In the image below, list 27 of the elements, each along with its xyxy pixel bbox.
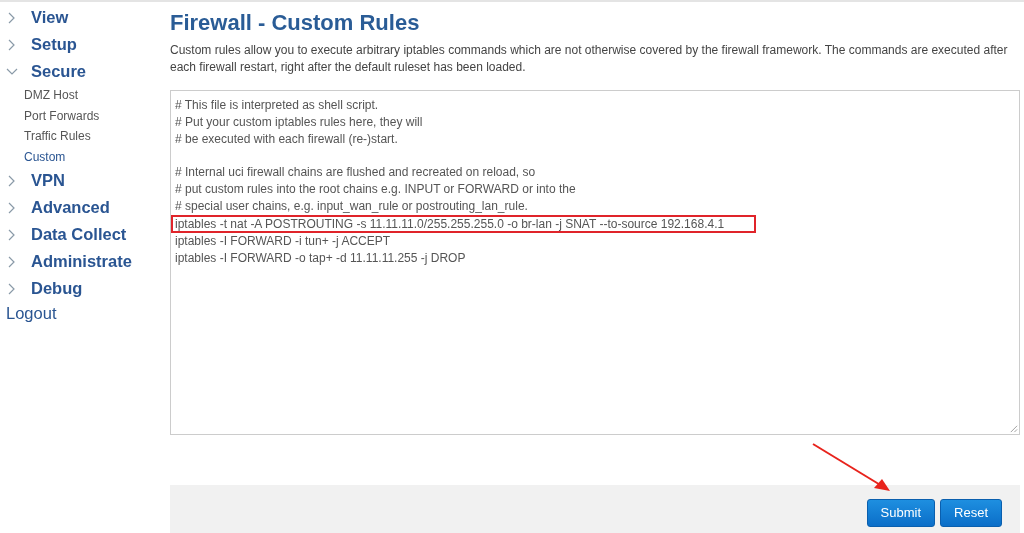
- action-button[interactable]: Reset: [940, 498, 1002, 527]
- code-line: iptables -I FORWARD -i tun+ -j ACCEPT: [174, 233, 392, 251]
- menu-item[interactable]: Debug: [31, 279, 83, 298]
- resize-grip-icon[interactable]: [1009, 424, 1018, 434]
- menu-item[interactable]: Secure: [31, 62, 87, 81]
- action-button[interactable]: Submit: [866, 498, 936, 527]
- code-line: # Internal uci firewall chains are flushed and recreated on reload, so: [174, 164, 537, 181]
- code-editor[interactable]: [170, 90, 1020, 436]
- menu-item[interactable]: VPN: [31, 171, 65, 190]
- code-line: # special user chains, e.g. input_wan_rule or postrouting_lan_rule.: [174, 197, 529, 215]
- logout-link[interactable]: Logout: [6, 304, 165, 323]
- menu-item[interactable]: Data Collect: [31, 225, 127, 244]
- menu-item[interactable]: Setup: [31, 35, 77, 54]
- submenu-item[interactable]: Custom: [6, 146, 165, 167]
- code-line: # be executed with each firewall (re-)start.: [174, 130, 399, 148]
- submenu-item[interactable]: DMZ Host: [6, 85, 165, 106]
- page-title: Firewall - Custom Rules: [170, 10, 421, 36]
- submenu-item[interactable]: Traffic Rules: [6, 126, 165, 147]
- code-line: # This file is interpreted as shell script.: [174, 97, 380, 114]
- menu-item[interactable]: View: [31, 8, 69, 27]
- code-line: # put custom rules into the root chains e.g. INPUT or FORWARD or into the: [174, 181, 577, 198]
- page-description: Custom rules allow you to execute arbitrary iptables commands which are not otherwise covered by the firewall framework. The commands are executed after each firewall restart, right after the default ruleset has been loaded.: [170, 42, 1009, 75]
- menu-item[interactable]: Administrate: [31, 252, 132, 271]
- submenu-item[interactable]: Port Forwards: [6, 105, 165, 126]
- menu-item[interactable]: Advanced: [31, 198, 110, 217]
- code-line: # Put your custom iptables rules here, they will: [174, 113, 424, 131]
- code-line: iptables -I FORWARD -o tap+ -d 11.11.11.255 -j DROP: [174, 250, 467, 267]
